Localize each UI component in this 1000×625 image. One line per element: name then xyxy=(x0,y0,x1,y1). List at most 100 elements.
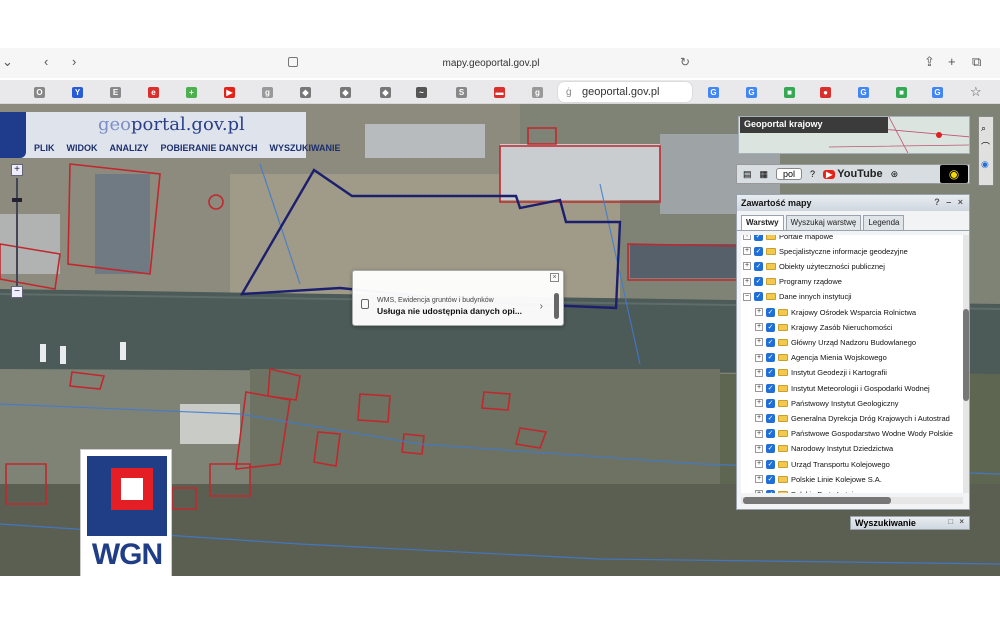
checkbox-checked-icon[interactable]: ✓ xyxy=(754,261,763,271)
layer-tree-item[interactable]: + ✓ Narodowy Instytut Dziedzictwa xyxy=(755,442,893,456)
expand-icon[interactable]: + xyxy=(755,429,763,438)
zoom-slider-track[interactable] xyxy=(16,178,18,286)
view-mode-eye-icon[interactable]: ◉ xyxy=(940,165,968,183)
favorite-icon[interactable]: E xyxy=(110,87,121,98)
favorite-icon[interactable]: O xyxy=(34,87,45,98)
expand-icon[interactable]: + xyxy=(755,414,763,423)
panel-controls[interactable]: □ × xyxy=(948,517,966,526)
layer-tree-item[interactable]: − ✓ Dane innych instytucji xyxy=(743,290,852,304)
google-favicon-icon[interactable]: G xyxy=(708,87,719,98)
expand-icon[interactable]: + xyxy=(743,247,751,256)
ruler-icon[interactable]: ⌕ xyxy=(981,123,991,134)
favorite-icon[interactable]: g xyxy=(262,87,273,98)
layer-tree-item[interactable]: + ✓ Instytut Meteorologii i Gospodarki Wod… xyxy=(755,381,930,395)
tab-warstwy[interactable]: Warstwy xyxy=(741,215,784,230)
accessibility-icon[interactable]: ⊛ xyxy=(891,169,899,180)
checkbox-checked-icon[interactable]: ✓ xyxy=(754,277,763,287)
layer-tree-item[interactable]: + ✓ Krajowy Zasób Nieruchomości xyxy=(755,320,892,334)
print-icon[interactable]: ▤ xyxy=(743,169,752,180)
tab-legenda[interactable]: Legenda xyxy=(863,215,905,230)
page-menu-icon[interactable] xyxy=(288,57,298,67)
checkbox-checked-icon[interactable]: ✓ xyxy=(754,235,763,241)
expand-icon[interactable]: + xyxy=(755,460,763,468)
language-select[interactable]: pol xyxy=(776,168,803,180)
youtube-link[interactable]: ▶ YouTube xyxy=(823,168,883,180)
search-panel-header[interactable]: Wyszukiwanie □ × xyxy=(850,516,970,530)
checkbox-checked-icon[interactable]: ✓ xyxy=(766,429,775,439)
layer-tree-vertical-scrollbar[interactable] xyxy=(963,235,969,493)
checkbox-checked-icon[interactable]: ✓ xyxy=(766,474,775,484)
menu-analizy[interactable]: ANALIZY xyxy=(108,142,151,154)
favorite-icon[interactable]: ◆ xyxy=(340,87,351,98)
layer-tree-item[interactable]: + ✓ Programy rządowe xyxy=(743,275,842,289)
google-favicon-icon[interactable]: G xyxy=(932,87,943,98)
forward-button[interactable]: › xyxy=(72,54,76,69)
favorite-icon[interactable]: ■ xyxy=(784,87,795,98)
layer-tree-item[interactable]: + ✓ Państwowy Instytut Geologiczny xyxy=(755,396,899,410)
checkbox-checked-icon[interactable]: ✓ xyxy=(766,489,775,493)
expand-icon[interactable]: + xyxy=(743,235,751,240)
favorite-icon[interactable]: ■ xyxy=(896,87,907,98)
expand-icon[interactable]: + xyxy=(755,338,763,347)
menu-widok[interactable]: WIDOK xyxy=(65,142,100,154)
scrollbar-thumb[interactable] xyxy=(963,309,969,401)
layer-tree-item[interactable]: + ✓ Państwowe Gospodarstwo Wodne Wody Pols… xyxy=(755,427,953,441)
checkbox-checked-icon[interactable]: ✓ xyxy=(754,292,763,302)
measure-icon[interactable]: ⌒ xyxy=(981,140,991,153)
favorite-icon[interactable]: ● xyxy=(820,87,831,98)
address-bar[interactable]: mapy.geoportal.gov.pl ↻ xyxy=(286,52,696,74)
favorite-icon[interactable]: + xyxy=(186,87,197,98)
expand-icon[interactable]: + xyxy=(743,262,751,271)
menu-plik[interactable]: PLIK xyxy=(32,142,57,154)
reload-icon[interactable]: ↻ xyxy=(680,55,690,69)
zoom-out-button[interactable]: − xyxy=(11,286,23,298)
expand-icon[interactable]: + xyxy=(755,323,763,332)
close-icon[interactable]: × xyxy=(550,273,559,282)
checkbox-checked-icon[interactable]: ✓ xyxy=(766,322,775,332)
expand-icon[interactable]: + xyxy=(755,368,763,377)
youtube-favicon-icon[interactable]: ▶ xyxy=(224,87,235,98)
layer-tree-item[interactable]: +✓ Polskie Porty Lotnicze xyxy=(755,487,865,493)
layer-tree-item[interactable]: + ✓ Instytut Geodezji i Kartografii xyxy=(755,366,887,380)
collapse-icon[interactable]: − xyxy=(743,292,751,301)
google-favicon-icon[interactable]: G xyxy=(746,87,757,98)
new-tab-button[interactable]: + xyxy=(948,54,956,69)
favorite-icon[interactable]: ▬ xyxy=(494,87,505,98)
layer-tree-item[interactable]: + ✓ Agencja Mienia Wojskowego xyxy=(755,351,887,365)
checkbox-checked-icon[interactable]: ✓ xyxy=(766,459,775,469)
layer-tree-item[interactable]: + ✓ Specjalistyczne informacje geodezyjne xyxy=(743,244,908,258)
menu-wyszukiwanie[interactable]: WYSZUKIWANIE xyxy=(268,142,343,154)
visibility-icon[interactable]: ◉ xyxy=(981,159,991,170)
layer-tree-item[interactable]: + ✓ Urząd Transportu Kolejowego xyxy=(755,457,890,471)
layers-panel-header[interactable]: Zawartość mapy ? – × xyxy=(737,195,969,211)
geoportal-logo[interactable]: geoportal.gov.pl xyxy=(98,114,245,135)
layer-tree-horizontal-scrollbar[interactable] xyxy=(741,497,963,504)
expand-icon[interactable]: + xyxy=(755,444,763,453)
expand-icon[interactable]: + xyxy=(755,353,763,362)
scrollbar-thumb[interactable] xyxy=(743,497,891,504)
checkbox-checked-icon[interactable]: ✓ xyxy=(766,353,775,363)
share-icon[interactable]: ⇪ xyxy=(924,54,935,70)
checkbox-checked-icon[interactable]: ✓ xyxy=(766,383,775,393)
popup-scrollbar[interactable] xyxy=(554,293,559,319)
checkbox-checked-icon[interactable]: ✓ xyxy=(766,307,775,317)
checkbox-checked-icon[interactable]: ✓ xyxy=(766,413,775,423)
star-icon[interactable]: ☆ xyxy=(970,84,982,100)
tabs-overview-icon[interactable]: ⧉ xyxy=(972,54,981,70)
favorite-icon[interactable]: g xyxy=(532,87,543,98)
checkbox-checked-icon[interactable]: ✓ xyxy=(766,368,775,378)
layer-tree-item[interactable]: + ✓ Główny Urząd Nadzoru Budowlanego xyxy=(755,335,916,349)
popup-message[interactable]: Usługa nie udostępnia danych opi... xyxy=(377,306,522,316)
panel-controls[interactable]: ? – × xyxy=(934,197,965,207)
help-icon[interactable]: ? xyxy=(810,169,815,179)
layer-tree-item[interactable]: + ✓ Obiekty użyteczności publicznej xyxy=(743,259,885,273)
zoom-in-button[interactable]: + xyxy=(11,164,23,176)
layer-tree-item[interactable]: + ✓ Portale mapowe xyxy=(743,235,833,243)
tab-geoportal[interactable]: ġ geoportal.gov.pl xyxy=(558,82,692,102)
favorite-icon[interactable]: ~ xyxy=(416,87,427,98)
favorite-icon[interactable]: Y xyxy=(72,87,83,98)
favorite-icon[interactable]: ◆ xyxy=(380,87,391,98)
checkbox-checked-icon[interactable]: ✓ xyxy=(766,444,775,454)
menu-pobieranie-danych[interactable]: POBIERANIE DANYCH xyxy=(159,142,260,154)
expand-icon[interactable]: + xyxy=(755,490,763,493)
